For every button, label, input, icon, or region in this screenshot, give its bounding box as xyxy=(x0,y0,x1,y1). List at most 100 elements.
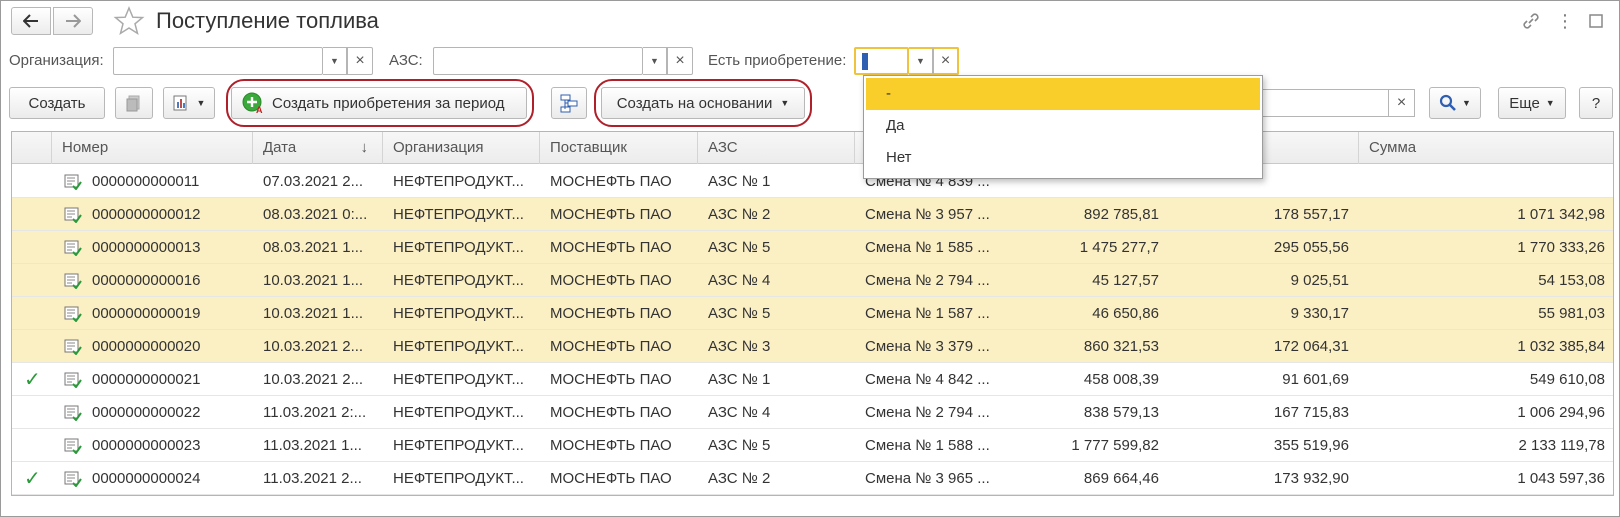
cell-shift[interactable]: Смена № 3 379 ... xyxy=(855,330,1012,363)
cell-amount[interactable]: 860 321,53 xyxy=(1012,330,1169,363)
cell-amount[interactable]: 869 664,46 xyxy=(1012,462,1169,495)
cell-supplier[interactable]: МОСНЕФТЬ ПАО xyxy=(540,462,698,495)
cell-amount[interactable]: 458 008,39 xyxy=(1012,363,1169,396)
column-header-sum[interactable]: Сумма xyxy=(1359,132,1613,164)
cell-date[interactable]: 10.03.2021 1... xyxy=(253,297,383,330)
structure-button[interactable] xyxy=(551,87,587,119)
cell-supplier[interactable]: МОСНЕФТЬ ПАО xyxy=(540,165,698,198)
cell-amount[interactable]: 892 785,81 xyxy=(1012,198,1169,231)
cell-vat[interactable]: 355 519,96 xyxy=(1169,429,1359,462)
create-button[interactable]: Создать xyxy=(9,87,105,119)
cell-shift[interactable]: Смена № 1 585 ... xyxy=(855,231,1012,264)
cell-date[interactable]: 07.03.2021 2... xyxy=(253,165,383,198)
cell-number[interactable]: 0000000000024 xyxy=(82,462,253,495)
cell-azs[interactable]: АЗС № 5 xyxy=(698,429,855,462)
organization-dropdown-button[interactable]: ▼ xyxy=(323,47,347,75)
create-purchases-for-period-button[interactable]: A Создать приобретения за период xyxy=(231,87,527,119)
cell-org[interactable]: НЕФТЕПРОДУКТ... xyxy=(383,462,540,495)
cell-supplier[interactable]: МОСНЕФТЬ ПАО xyxy=(540,330,698,363)
cell-number[interactable]: 0000000000019 xyxy=(82,297,253,330)
dropdown-option-yes[interactable]: Да xyxy=(866,110,1260,142)
search-button[interactable]: ▼ xyxy=(1429,87,1481,119)
kebab-menu-icon[interactable]: ⋮ xyxy=(1553,9,1577,33)
cell-amount[interactable]: 838 579,13 xyxy=(1012,396,1169,429)
cell-date[interactable]: 11.03.2021 2... xyxy=(253,462,383,495)
purchase-input[interactable] xyxy=(854,47,909,75)
cell-number[interactable]: 0000000000020 xyxy=(82,330,253,363)
cell-date[interactable]: 11.03.2021 2:... xyxy=(253,396,383,429)
cell-supplier[interactable]: МОСНЕФТЬ ПАО xyxy=(540,396,698,429)
cell-sum[interactable]: 2 133 119,78 xyxy=(1359,429,1613,462)
cell-supplier[interactable]: МОСНЕФТЬ ПАО xyxy=(540,264,698,297)
cell-date[interactable]: 10.03.2021 2... xyxy=(253,363,383,396)
star-icon[interactable] xyxy=(113,5,145,37)
cell-azs[interactable]: АЗС № 2 xyxy=(698,462,855,495)
cell-vat[interactable]: 295 055,56 xyxy=(1169,231,1359,264)
cell-number[interactable]: 0000000000021 xyxy=(82,363,253,396)
cell-number[interactable]: 0000000000016 xyxy=(82,264,253,297)
cell-date[interactable]: 10.03.2021 1... xyxy=(253,264,383,297)
azs-dropdown-button[interactable]: ▼ xyxy=(643,47,667,75)
column-header-number[interactable]: Номер xyxy=(52,132,253,164)
table-row[interactable]: 0000000000022 11.03.2021 2:... НЕФТЕПРОДУК… xyxy=(12,396,1613,429)
forward-button[interactable] xyxy=(53,7,93,35)
cell-date[interactable]: 11.03.2021 1... xyxy=(253,429,383,462)
cell-shift[interactable]: Смена № 4 842 ... xyxy=(855,363,1012,396)
cell-sum[interactable]: 1 043 597,36 xyxy=(1359,462,1613,495)
azs-input[interactable] xyxy=(433,47,643,75)
cell-sum[interactable]: 1 032 385,84 xyxy=(1359,330,1613,363)
purchase-clear-button[interactable]: × xyxy=(933,47,959,75)
link-icon[interactable] xyxy=(1519,9,1543,33)
column-header-azs[interactable]: АЗС xyxy=(698,132,855,164)
cell-org[interactable]: НЕФТЕПРОДУКТ... xyxy=(383,297,540,330)
cell-amount[interactable]: 1 475 277,7 xyxy=(1012,231,1169,264)
more-button[interactable]: Еще ▼ xyxy=(1498,87,1566,119)
cell-number[interactable]: 0000000000011 xyxy=(82,165,253,198)
cell-azs[interactable]: АЗС № 1 xyxy=(698,363,855,396)
cell-supplier[interactable]: МОСНЕФТЬ ПАО xyxy=(540,363,698,396)
cell-org[interactable]: НЕФТЕПРОДУКТ... xyxy=(383,231,540,264)
cell-number[interactable]: 0000000000013 xyxy=(82,231,253,264)
organization-input[interactable] xyxy=(113,47,323,75)
cell-supplier[interactable]: МОСНЕФТЬ ПАО xyxy=(540,198,698,231)
cell-sum[interactable]: 1 071 342,98 xyxy=(1359,198,1613,231)
cell-shift[interactable]: Смена № 3 957 ... xyxy=(855,198,1012,231)
cell-sum[interactable]: 54 153,08 xyxy=(1359,264,1613,297)
cell-sum[interactable]: 55 981,03 xyxy=(1359,297,1613,330)
cell-number[interactable]: 0000000000012 xyxy=(82,198,253,231)
cell-vat[interactable]: 178 557,17 xyxy=(1169,198,1359,231)
cell-shift[interactable]: Смена № 3 965 ... xyxy=(855,462,1012,495)
cell-date[interactable]: 08.03.2021 1... xyxy=(253,231,383,264)
cell-amount[interactable]: 46 650,86 xyxy=(1012,297,1169,330)
cell-org[interactable]: НЕФТЕПРОДУКТ... xyxy=(383,363,540,396)
cell-shift[interactable]: Смена № 2 794 ... xyxy=(855,396,1012,429)
copy-button[interactable] xyxy=(115,87,153,119)
cell-shift[interactable]: Смена № 2 794 ... xyxy=(855,264,1012,297)
cell-sum[interactable]: 1 006 294,96 xyxy=(1359,396,1613,429)
maximize-icon[interactable] xyxy=(1584,9,1608,33)
cell-vat[interactable]: 9 330,17 xyxy=(1169,297,1359,330)
table-row[interactable]: 0000000000019 10.03.2021 1... НЕФТЕПРОДУКТ… xyxy=(12,297,1613,330)
organization-clear-button[interactable]: × xyxy=(347,47,373,75)
column-header-organization[interactable]: Организация xyxy=(383,132,540,164)
table-row[interactable]: 0000000000013 08.03.2021 1... НЕФТЕПРОДУКТ… xyxy=(12,231,1613,264)
table-row[interactable]: 0000000000020 10.03.2021 2... НЕФТЕПРОДУКТ… xyxy=(12,330,1613,363)
table-row[interactable]: ✓ 0000000000024 11.03.2021 2... НЕФТЕПРОДУК… xyxy=(12,462,1613,495)
report-menu-button[interactable]: ▼ xyxy=(163,87,215,119)
table-row[interactable]: 0000000000016 10.03.2021 1... НЕФТЕПРОДУКТ… xyxy=(12,264,1613,297)
create-based-on-button[interactable]: Создать на основании ▼ xyxy=(601,87,805,119)
dropdown-option-none[interactable]: - xyxy=(866,78,1260,110)
help-button[interactable]: ? xyxy=(1579,87,1613,119)
cell-azs[interactable]: АЗС № 1 xyxy=(698,165,855,198)
cell-azs[interactable]: АЗС № 5 xyxy=(698,231,855,264)
cell-org[interactable]: НЕФТЕПРОДУКТ... xyxy=(383,264,540,297)
documents-table[interactable]: Номер Дата ↓ Организация Поставщик АЗС Н… xyxy=(11,131,1614,496)
cell-amount[interactable]: 45 127,57 xyxy=(1012,264,1169,297)
cell-org[interactable]: НЕФТЕПРОДУКТ... xyxy=(383,330,540,363)
search-clear-button[interactable]: × xyxy=(1389,89,1415,117)
cell-date[interactable]: 10.03.2021 2... xyxy=(253,330,383,363)
cell-sum[interactable]: 549 610,08 xyxy=(1359,363,1613,396)
cell-azs[interactable]: АЗС № 3 xyxy=(698,330,855,363)
search-input[interactable] xyxy=(1249,89,1389,117)
column-header-supplier[interactable]: Поставщик xyxy=(540,132,698,164)
